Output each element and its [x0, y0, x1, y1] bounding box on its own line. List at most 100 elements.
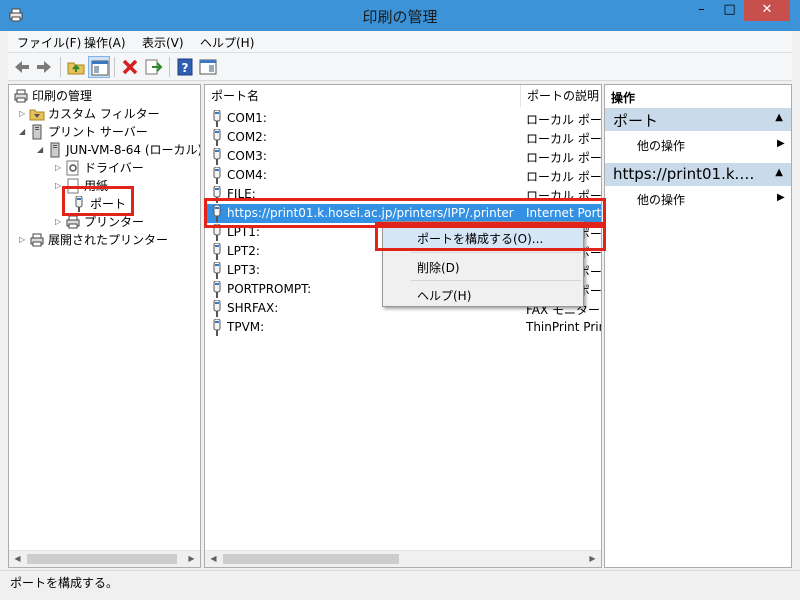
status-text: ポートを構成する。	[10, 576, 119, 590]
filter-folder-icon	[29, 106, 45, 122]
collapse-icon[interactable]: ◢	[19, 127, 29, 136]
collapse-up-icon[interactable]: ▲	[775, 167, 783, 178]
server-icon	[29, 124, 45, 140]
action-group-title: ポート	[613, 112, 659, 130]
menu-separator	[411, 252, 581, 253]
port-name-cell: COM4:	[227, 168, 267, 182]
tree-item-label: プリンター	[84, 215, 145, 229]
port-description-cell: ローカル ポート	[526, 132, 602, 146]
print-management-window: 印刷の管理 – □ ✕ ファイル(F) 操作(A) 表示(V) ヘルプ(H) ?…	[0, 0, 800, 600]
svg-text:?: ?	[182, 61, 189, 75]
port-icon	[211, 299, 223, 317]
forward-icon[interactable]	[33, 56, 55, 78]
port-name-cell: COM3:	[227, 149, 267, 163]
scroll-left-icon[interactable]: ◀	[205, 551, 222, 567]
tree-item-print-servers[interactable]: ◢ プリント サーバー	[19, 123, 148, 141]
port-icon	[211, 242, 223, 260]
server-icon	[47, 142, 63, 158]
tree-item-label: プリント サーバー	[48, 125, 148, 139]
more-actions-link[interactable]: 他の操作	[637, 137, 685, 154]
tree-item-local-server[interactable]: ◢ JUN-VM-8-64 (ローカル)	[37, 141, 200, 159]
table-row[interactable]: COM4: ローカル ポート	[205, 166, 602, 185]
help-icon[interactable]: ?	[174, 56, 196, 78]
port-name-cell: LPT3:	[227, 263, 260, 277]
port-description-cell: ThinPrint Print Port	[526, 320, 601, 334]
port-name-cell: SHRFAX:	[227, 301, 279, 315]
maximize-button[interactable]: □	[716, 0, 743, 21]
port-name-cell: LPT2:	[227, 244, 260, 258]
column-header-port-name[interactable]: ポート名	[205, 85, 521, 107]
table-row[interactable]: COM1: ローカル ポート	[205, 109, 602, 128]
properties-pane-icon[interactable]	[197, 56, 219, 78]
expand-icon[interactable]: ▷	[55, 217, 65, 226]
back-icon[interactable]	[11, 56, 33, 78]
action-group-selected-port[interactable]: https://print01.k.hosei.ac.jp/printers/I…	[605, 162, 791, 186]
submenu-arrow-icon: ▶	[777, 192, 785, 203]
port-name-cell: PORTPROMPT:	[227, 282, 312, 296]
port-description-cell: ローカル ポート	[526, 151, 602, 165]
collapse-icon[interactable]: ◢	[37, 145, 47, 154]
ports-list-pane: ポート名 ポートの説明 COM1:ローカル ポートCOM2:ローカル ポートCO…	[204, 84, 602, 568]
scrollbar-thumb[interactable]	[27, 554, 177, 564]
port-description-cell: ローカル ポート	[526, 113, 602, 127]
minimize-button[interactable]: –	[688, 0, 715, 21]
port-icon	[211, 318, 223, 336]
delete-icon[interactable]	[119, 56, 141, 78]
menu-item-help[interactable]: ヘルプ(H)	[383, 282, 583, 306]
scroll-right-icon[interactable]: ▶	[183, 551, 200, 567]
annotation-highlight-ports-node	[62, 186, 134, 216]
tree-item-custom-filters[interactable]: ▷ カスタム フィルター	[19, 105, 160, 123]
submenu-arrow-icon: ▶	[777, 138, 785, 149]
menu-file[interactable]: ファイル(F)	[17, 34, 81, 51]
window-title: 印刷の管理	[362, 8, 438, 26]
port-icon	[211, 166, 223, 184]
toolbar-separator	[169, 57, 170, 77]
port-icon	[211, 109, 223, 127]
menu-item-delete[interactable]: 削除(D)	[383, 254, 583, 278]
expand-icon[interactable]: ▷	[55, 163, 65, 172]
tree-horizontal-scrollbar[interactable]: ◀ ▶	[9, 550, 200, 567]
menu-view[interactable]: 表示(V)	[142, 34, 184, 51]
show-hide-tree-icon[interactable]	[88, 56, 110, 78]
tree-item-label: カスタム フィルター	[48, 107, 160, 121]
navigation-tree-pane: 印刷の管理 ▷ カスタム フィルター ◢ プリント サーバー ◢ JUN-VM-8-6…	[8, 84, 201, 568]
scroll-right-icon[interactable]: ▶	[584, 551, 601, 567]
expand-icon[interactable]: ▷	[19, 235, 29, 244]
action-group-title: https://print01.k.hosei.ac.jp/printers/I…	[613, 165, 763, 183]
more-actions-link[interactable]: 他の操作	[637, 191, 685, 208]
menu-item-label: ヘルプ(H)	[417, 289, 472, 303]
menu-help[interactable]: ヘルプ(H)	[200, 34, 254, 51]
table-row[interactable]: COM2: ローカル ポート	[205, 128, 602, 147]
tree-item-drivers[interactable]: ▷ ドライバー	[55, 159, 144, 177]
tree-item-print-management[interactable]: 印刷の管理	[13, 87, 92, 105]
table-row[interactable]: TPVM: ThinPrint Print Port	[205, 318, 601, 337]
tree-item-label: 展開されたプリンター	[48, 233, 169, 247]
close-button[interactable]: ✕	[744, 0, 790, 21]
port-name-cell: TPVM:	[227, 320, 265, 334]
toolbar: ?	[8, 53, 792, 81]
tree-item-deployed-printers[interactable]: ▷ 展開されたプリンター	[19, 231, 168, 249]
menu-bar: ファイル(F) 操作(A) 表示(V) ヘルプ(H)	[8, 31, 792, 53]
collapse-up-icon[interactable]: ▲	[775, 112, 783, 123]
action-group-ports[interactable]: ポート ▲	[605, 107, 791, 131]
expand-icon[interactable]: ▷	[19, 109, 29, 118]
actions-pane: 操作 ポート ▲ 他の操作 ▶ https://print01.k.hosei.…	[604, 84, 792, 568]
port-description-cell: ローカル ポート	[526, 170, 602, 184]
column-header-port-description[interactable]: ポートの説明	[521, 85, 601, 107]
menu-item-label: 削除(D)	[417, 261, 460, 275]
printer-icon	[29, 232, 45, 248]
toolbar-separator	[114, 57, 115, 77]
port-icon	[211, 280, 223, 298]
menu-action[interactable]: 操作(A)	[84, 34, 126, 51]
toolbar-separator	[60, 57, 61, 77]
export-icon[interactable]	[142, 56, 164, 78]
scroll-left-icon[interactable]: ◀	[9, 551, 26, 567]
list-horizontal-scrollbar[interactable]: ◀ ▶	[205, 550, 601, 567]
port-icon	[211, 128, 223, 146]
menu-separator	[411, 280, 581, 281]
scrollbar-thumb[interactable]	[223, 554, 399, 564]
table-row[interactable]: COM3: ローカル ポート	[205, 147, 602, 166]
tree-item-label: 印刷の管理	[32, 89, 93, 103]
actions-header: 操作	[611, 91, 636, 105]
up-folder-icon[interactable]	[65, 56, 87, 78]
